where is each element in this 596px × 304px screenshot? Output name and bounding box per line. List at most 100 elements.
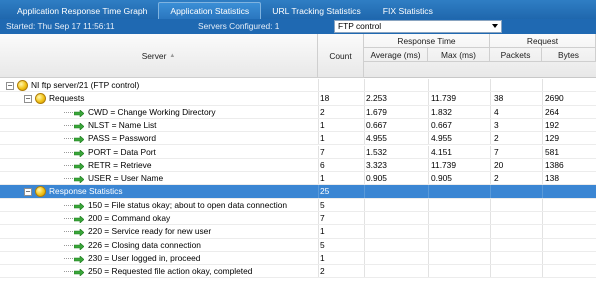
column-divider (364, 105, 365, 118)
column-divider (364, 132, 365, 145)
row-count: 5 (320, 199, 325, 210)
column-divider (542, 212, 543, 225)
tree-connector (64, 138, 73, 140)
tab-fix-statistics[interactable]: FIX Statistics (372, 2, 444, 19)
table-row[interactable]: 220 = Service ready for new user 1 (0, 225, 596, 239)
column-divider (318, 265, 319, 278)
column-header-count[interactable]: Count (318, 34, 364, 78)
row-count: 25 (320, 186, 330, 197)
table-row[interactable]: NLST = Name List 1 0.667 0.667 3 192 (0, 118, 596, 133)
protocol-filter-select[interactable]: FTP control (334, 20, 502, 33)
row-bytes: 2690 (545, 93, 564, 104)
row-packets: 2 (494, 133, 499, 144)
column-divider (318, 92, 319, 105)
column-divider (428, 145, 429, 158)
status-ball-icon (35, 186, 46, 198)
row-bytes: 192 (545, 119, 559, 130)
column-divider (364, 225, 365, 238)
protocol-filter-value: FTP control (338, 21, 382, 31)
green-arrow-icon (73, 135, 85, 144)
row-count: 7 (320, 213, 325, 223)
column-divider (542, 185, 543, 198)
row-name: PASS = Password (88, 133, 157, 144)
column-divider (490, 238, 491, 251)
row-count: 2 (320, 266, 325, 277)
servers-configured-label: Servers Configured: 1 (198, 21, 280, 31)
tree-connector (64, 111, 73, 113)
tab-response-time-graph[interactable]: Application Response Time Graph (6, 2, 158, 19)
row-count: 1 (320, 173, 325, 184)
table-row[interactable]: 226 = Closing data connection 5 (0, 238, 596, 252)
row-count: 1 (320, 133, 325, 144)
row-count: 7 (320, 146, 325, 157)
row-avg: 1.532 (366, 146, 387, 157)
row-count: 5 (320, 239, 325, 250)
row-avg: 0.905 (366, 173, 387, 184)
tree-group-row[interactable]: − Requests 18 2.253 11.739 38 2690 (0, 92, 596, 106)
chevron-down-icon[interactable] (492, 24, 498, 28)
tree-group-row[interactable]: − Response Statistics 25 (0, 185, 596, 199)
column-divider (542, 118, 543, 132)
column-divider (318, 172, 319, 185)
row-bytes: 264 (545, 106, 559, 117)
tab-application-statistics[interactable]: Application Statistics (158, 2, 262, 19)
row-avg: 4.955 (366, 133, 387, 144)
collapse-toggle-icon[interactable]: − (6, 82, 14, 90)
tab-url-tracking-statistics[interactable]: URL Tracking Statistics (261, 2, 372, 19)
column-divider (364, 92, 365, 105)
column-divider (542, 145, 543, 158)
column-header-bytes[interactable]: Bytes (542, 48, 596, 62)
column-divider (542, 132, 543, 145)
table-row[interactable]: 230 = User logged in, proceed 1 (0, 251, 596, 266)
column-divider (318, 79, 319, 92)
table-row[interactable]: PORT = Data Port 7 1.532 4.151 7 581 (0, 145, 596, 159)
table-row[interactable]: 150 = File status okay; about to open da… (0, 198, 596, 212)
table-row[interactable]: CWD = Change Working Directory 2 1.679 1.83… (0, 105, 596, 119)
green-arrow-icon (73, 215, 85, 224)
column-divider (542, 158, 543, 172)
tree-connector (64, 257, 73, 259)
green-arrow-icon (73, 202, 85, 211)
green-arrow-icon (73, 175, 85, 184)
tree-connector (64, 244, 73, 246)
column-divider (428, 118, 429, 132)
row-max: 11.739 (431, 93, 456, 104)
table-header: Server ▲ Count Response Time Average (ms)… (0, 34, 596, 78)
green-arrow-icon (73, 108, 85, 118)
table-row[interactable]: RETR = Retrieve 6 3.323 11.739 20 1386 (0, 158, 596, 173)
column-divider (490, 265, 491, 278)
row-count: 1 (320, 226, 325, 237)
column-divider (542, 251, 543, 265)
row-bytes: 129 (545, 133, 559, 144)
column-divider (490, 158, 491, 172)
collapse-toggle-icon[interactable]: − (24, 188, 32, 197)
column-header-max[interactable]: Max (ms) (428, 48, 490, 62)
row-max: 4.955 (431, 133, 452, 144)
column-header-packets[interactable]: Packets (490, 48, 542, 62)
column-divider (428, 105, 429, 118)
table-row[interactable]: 200 = Command okay 7 (0, 212, 596, 226)
row-count: 1 (320, 252, 325, 263)
column-divider (542, 105, 543, 118)
table-row[interactable]: PASS = Password 1 4.955 4.955 2 129 (0, 132, 596, 146)
status-ball-icon (17, 80, 28, 91)
column-divider (428, 212, 429, 225)
column-group-response-time: Response Time (364, 34, 490, 48)
table-row[interactable]: USER = User Name 1 0.905 0.905 2 138 (0, 172, 596, 186)
table-row[interactable]: 250 = Requested file action okay, comple… (0, 265, 596, 279)
row-name: 230 = User logged in, proceed (88, 252, 201, 263)
tree-server-row[interactable]: − NI ftp server/21 (FTP control) (0, 79, 596, 93)
collapse-toggle-icon[interactable]: − (24, 95, 32, 104)
row-count: 2 (320, 106, 325, 117)
row-name: 220 = Service ready for new user (88, 226, 212, 237)
row-name: CWD = Change Working Directory (88, 106, 216, 117)
column-divider (318, 118, 319, 132)
column-divider (318, 238, 319, 251)
row-max: 0.905 (431, 173, 452, 184)
column-divider (318, 145, 319, 158)
column-header-average[interactable]: Average (ms) (364, 48, 428, 62)
tree-connector (64, 231, 73, 233)
column-divider (318, 212, 319, 225)
column-header-server[interactable]: Server ▲ (0, 34, 318, 78)
tab-bar: Application Response Time Graph Applicat… (0, 0, 596, 19)
